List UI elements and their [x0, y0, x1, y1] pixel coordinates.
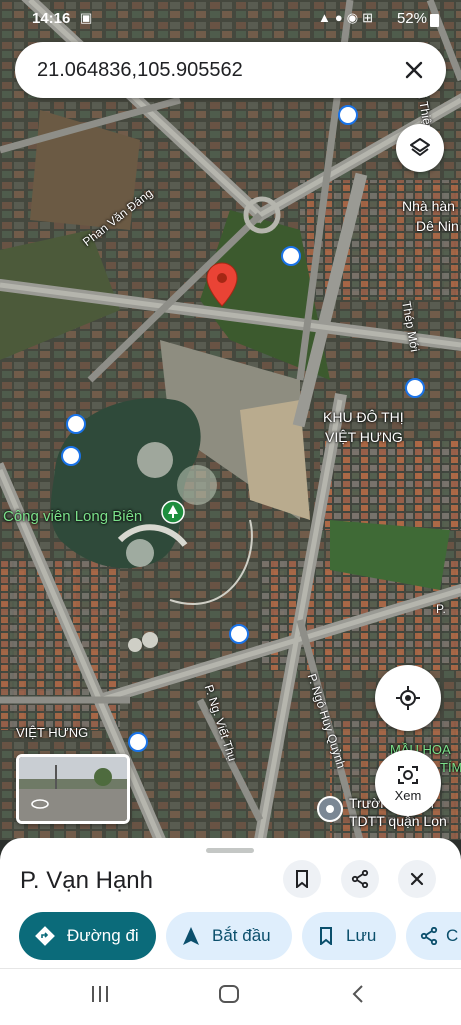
start-button[interactable]: Bắt đầu	[166, 912, 292, 960]
recent-apps-icon[interactable]	[90, 983, 110, 1005]
location-pin-icon	[206, 262, 238, 307]
directions-label: Đường đi	[67, 926, 139, 945]
back-icon[interactable]	[350, 983, 366, 1005]
bus-stop-icon[interactable]	[229, 624, 249, 644]
360-icon	[31, 799, 49, 809]
share-icon	[351, 870, 369, 888]
battery-icon	[430, 14, 439, 27]
bus-stop-icon[interactable]	[61, 446, 81, 466]
bus-stop-icon[interactable]	[405, 378, 425, 398]
park-tree-icon[interactable]	[161, 500, 185, 524]
place-title: P. Vạn Hạnh	[20, 867, 153, 894]
camera-lens-icon	[398, 765, 418, 784]
map-label-district: VIỆT HƯNG	[325, 429, 403, 445]
share-icon	[420, 927, 438, 945]
home-icon[interactable]	[218, 983, 240, 1005]
share-icon-button[interactable]	[341, 860, 379, 898]
directions-icon	[35, 926, 55, 946]
share-label: C	[446, 926, 459, 945]
map-label-poi: TDTT quận Lon	[349, 813, 447, 829]
status-time: 14:16	[32, 10, 71, 27]
map-label-park[interactable]: Công viên Long Biên	[3, 508, 142, 525]
directions-button[interactable]: Đường đi	[19, 912, 156, 960]
street-view-thumbnail[interactable]	[16, 754, 130, 824]
map-label-poi: TÍM	[440, 760, 461, 775]
bus-stop-icon[interactable]	[128, 732, 148, 752]
layers-button[interactable]	[396, 124, 444, 172]
close-sheet-button[interactable]	[398, 860, 436, 898]
map-label-street: P.	[436, 602, 446, 616]
drag-handle[interactable]	[206, 848, 254, 853]
xem-label: Xem	[394, 787, 422, 803]
map-label-district: KHU ĐÔ THỊ	[323, 409, 404, 425]
system-nav-bar	[0, 968, 461, 1025]
close-icon[interactable]	[394, 50, 434, 90]
notification-icon: ▣	[80, 10, 93, 25]
my-location-button[interactable]	[375, 665, 441, 731]
layers-icon	[410, 138, 430, 156]
save-label: Lưu	[346, 926, 377, 945]
bus-stop-icon[interactable]	[281, 246, 301, 266]
bookmark-icon	[320, 927, 332, 945]
status-icons: ▲●◉⊞	[318, 10, 377, 25]
share-button[interactable]: C	[406, 912, 461, 960]
bookmark-icon	[296, 870, 308, 888]
map-label-area: VIỆT HƯNG	[16, 725, 89, 740]
map-label-poi: Dê Nin	[416, 218, 459, 234]
crosshair-icon	[396, 686, 420, 710]
bus-stop-icon[interactable]	[66, 414, 86, 434]
search-input[interactable]: 21.064836,105.905562	[37, 59, 394, 82]
start-label: Bắt đầu	[212, 926, 271, 945]
navigation-arrow-icon	[183, 927, 199, 945]
map-label-poi: Nhà hàn	[402, 198, 455, 214]
xem-button[interactable]: Xem	[375, 750, 441, 816]
status-bar: 14:16 ▣ ▲●◉⊞ 52%	[0, 0, 461, 38]
bus-stop-icon[interactable]	[338, 105, 358, 125]
school-pin-icon[interactable]	[316, 795, 344, 823]
battery-level: 52%	[396, 10, 427, 27]
save-button[interactable]: Lưu	[302, 912, 396, 960]
save-icon-button[interactable]	[283, 860, 321, 898]
search-bar[interactable]: 21.064836,105.905562	[15, 42, 446, 98]
close-icon	[410, 872, 424, 886]
